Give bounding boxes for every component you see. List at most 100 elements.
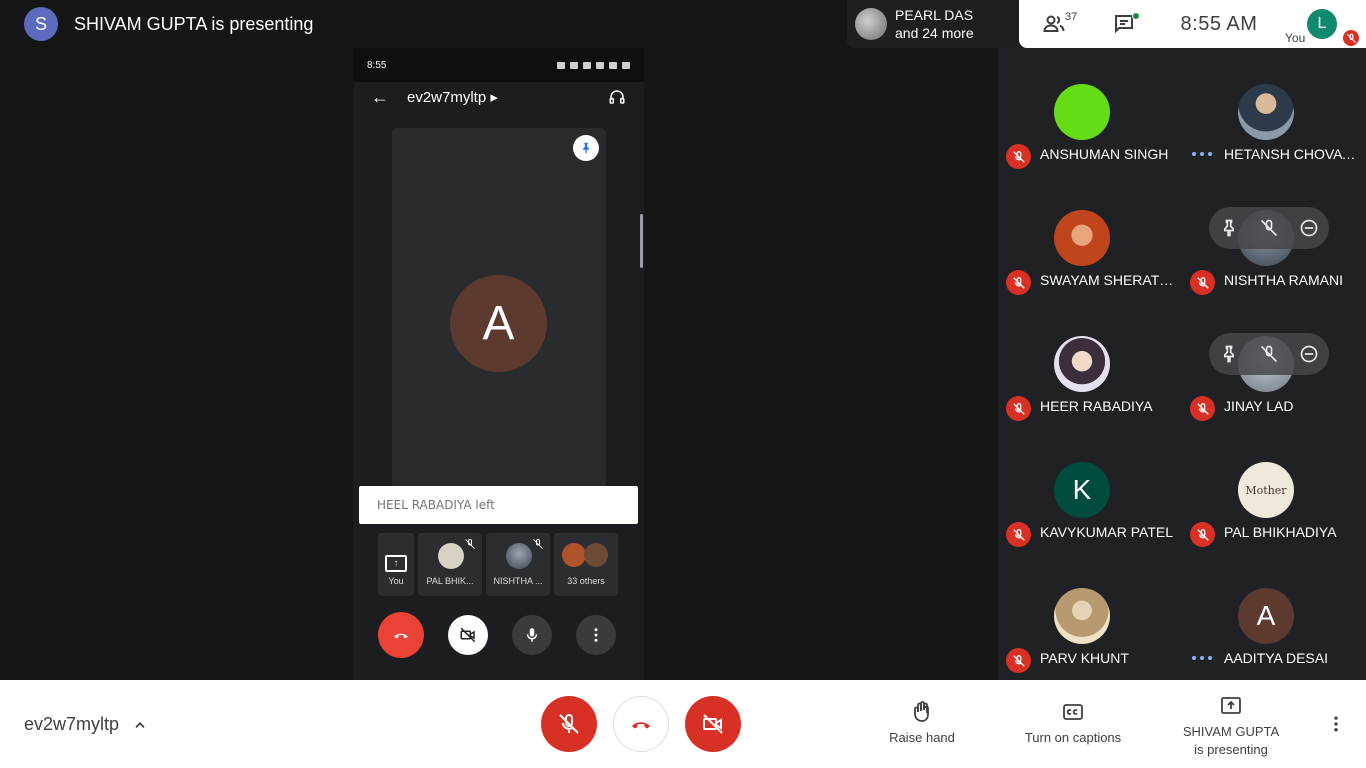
chat-notification-dot [1132,12,1140,20]
strip-avatar [506,543,532,569]
strip-avatar [562,543,586,567]
speaking-indicator-icon [1192,648,1212,668]
people-button[interactable]: 37 [1019,0,1089,48]
meeting-details-button[interactable]: ev2w7myltp [24,714,147,735]
top-toolbar: 37 8:55 AM L You [1019,0,1366,48]
participant-avatar [1054,588,1110,644]
strip-avatar [438,543,464,569]
mic-off-icon [1190,396,1215,421]
participant-avatar [1054,84,1110,140]
strip-tile-you: ↑ You [378,533,414,596]
participant-avatar: K [1054,462,1110,518]
raise-hand-button[interactable]: Raise hand [882,700,962,745]
participant-name: KAVYKUMAR PATEL [1040,524,1174,540]
mute-icon[interactable] [1259,218,1279,238]
mic-off-icon [533,538,543,549]
status-icons [557,61,630,69]
participant-avatar [1054,210,1110,266]
participant-tile[interactable]: A AADITYA DESAI [1182,552,1366,678]
phone-meeting-code: ev2w7myltp ▸ [407,89,498,106]
mic-off-icon [1006,648,1031,673]
presenting-label-2: is presenting [1194,742,1268,757]
participant-name: PARV KHUNT [1040,650,1129,666]
captions-icon [1063,704,1083,720]
participant-tile[interactable]: JINAY LAD [1182,300,1366,426]
mic-off-icon [1343,30,1359,46]
tile-hover-controls [1209,207,1329,249]
participant-tile[interactable]: NISHTHA RAMANI [1182,174,1366,300]
left-toast: HEEL RABADIYA left [359,486,638,524]
self-tile[interactable]: L You [1281,0,1366,48]
mic-toggle-button[interactable] [541,696,597,752]
people-icon [1043,15,1065,32]
pearl-avatar [855,8,887,40]
self-label: You [1285,31,1306,45]
hidden-participants-chip[interactable]: PEARL DAS and 24 more [847,0,1019,48]
shared-screen: 8:55 ← ev2w7myltp ▸ A HEEL RABADIYA left… [353,48,644,680]
strip-tile-nishtha: NISHTHA ... [486,533,550,596]
participant-tile[interactable]: SWAYAM SHERATH... [998,174,1182,300]
meeting-code: ev2w7myltp [24,714,120,734]
leave-call-button[interactable] [613,696,669,752]
strip-tile-others: 33 others [554,533,618,596]
participant-name: HEER RABADIYA [1040,398,1153,414]
scroll-indicator [640,214,643,268]
participant-tile[interactable]: K KAVYKUMAR PATEL [998,426,1182,552]
mic-off-icon [1006,270,1031,295]
participant-tile[interactable]: Mother PAL BHIKHADIYA [1182,426,1366,552]
phone-status-time: 8:55 [367,59,387,71]
participant-name: SWAYAM SHERATH... [1040,272,1176,288]
people-count: 37 [1065,11,1078,23]
raise-hand-label: Raise hand [889,730,955,745]
self-avatar: L [1307,9,1337,39]
chevron-up-icon [135,721,145,728]
mic-off-icon [465,538,475,549]
mic-off-icon [559,713,579,734]
pin-icon[interactable] [1219,218,1239,238]
presenter-chip: S SHIVAM GUPTA is presenting [24,7,313,41]
participant-tile[interactable]: PARV KHUNT [998,552,1182,678]
presenting-label-1: SHIVAM GUPTA [1182,724,1280,739]
participant-tile[interactable]: HETANSH CHOVAT... [1182,48,1366,174]
phone-header: ← ev2w7myltp ▸ [353,82,644,112]
phone-more-icon [576,615,616,655]
mic-off-icon [1190,270,1215,295]
camera-off-icon [703,714,723,734]
remove-icon[interactable] [1299,344,1319,364]
camera-toggle-button[interactable] [685,696,741,752]
others-text: PEARL DAS and 24 more [895,7,974,41]
participant-name: ANSHUMAN SINGH [1040,146,1169,162]
more-options-icon[interactable] [1326,714,1346,734]
phone-main-tile: A [392,128,606,493]
headphones-icon [609,90,625,104]
chat-button[interactable] [1089,0,1159,48]
participant-name: PAL BHIKHADIYA [1224,524,1337,540]
present-icon: ↑ [385,555,407,572]
participant-tile[interactable]: ANSHUMAN SINGH [998,48,1182,174]
presenter-avatar: S [24,7,58,41]
tile-hover-controls [1209,333,1329,375]
captions-label: Turn on captions [1024,730,1122,745]
phone-controls [378,612,616,658]
strip-avatar [584,543,608,567]
pin-icon[interactable] [1219,344,1239,364]
mic-off-icon [1006,522,1031,547]
participant-avatar: Mother [1238,462,1294,518]
pin-icon [573,135,599,161]
participant-avatar: A [1238,588,1294,644]
end-call-icon [632,722,650,729]
phone-end-call-icon [378,612,424,658]
presenting-button[interactable]: SHIVAM GUPTA is presenting [1176,694,1286,757]
hand-icon [914,701,929,722]
phone-main-avatar: A [450,275,547,372]
participant-name: JINAY LAD [1224,398,1294,414]
phone-mic-icon [512,615,552,655]
remove-icon[interactable] [1299,218,1319,238]
participant-avatar [1054,336,1110,392]
bottom-bar: ev2w7myltp Raise hand Turn on captions S… [0,680,1366,768]
participant-tile[interactable]: HEER RABADIYA [998,300,1182,426]
phone-status-bar: 8:55 [353,48,644,82]
captions-button[interactable]: Turn on captions [1018,700,1128,745]
mute-icon[interactable] [1259,344,1279,364]
strip-tile-pal: PAL BHIK... [418,533,482,596]
